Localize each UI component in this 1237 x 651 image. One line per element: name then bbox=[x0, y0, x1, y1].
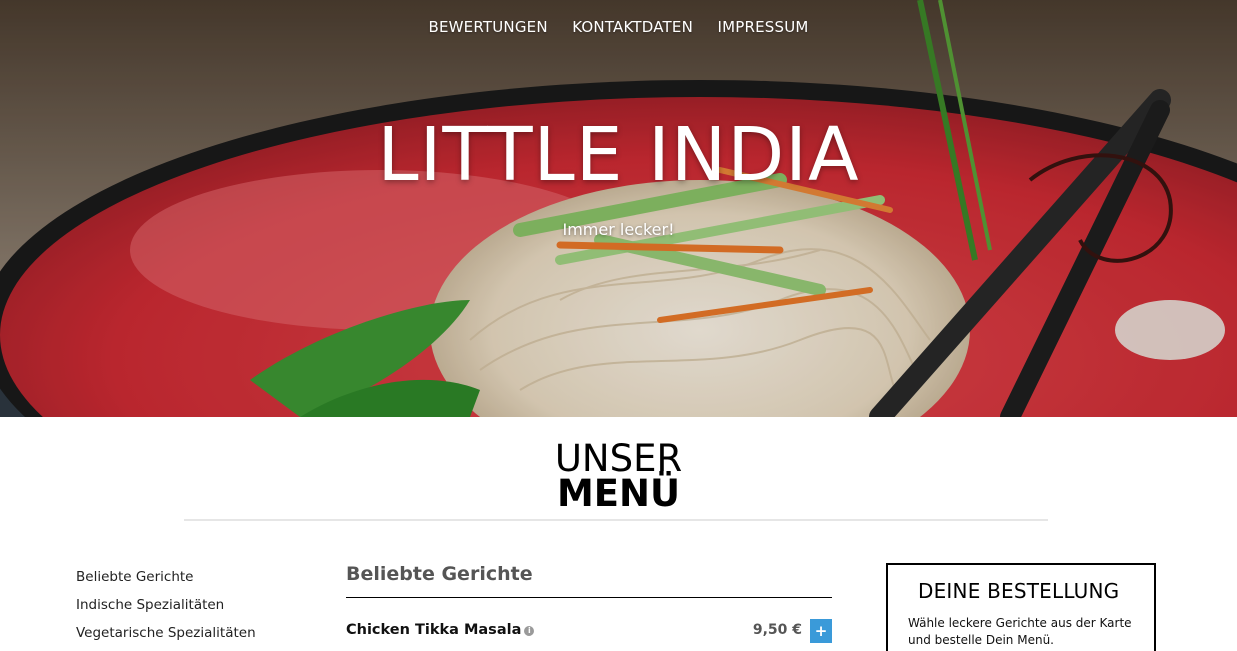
info-icon[interactable]: i bbox=[524, 626, 535, 636]
nav-kontaktdaten[interactable]: KONTAKTDATEN bbox=[572, 18, 693, 36]
dish-section-title: Beliebte Gerichte bbox=[346, 563, 832, 598]
nav-bewertungen[interactable]: BEWERTUNGEN bbox=[428, 18, 547, 36]
site-tagline: Immer lecker! bbox=[562, 220, 675, 239]
category-list: Beliebte Gerichte Indische Spezialitäten… bbox=[76, 567, 256, 651]
site-title: LITTLE INDIA bbox=[377, 112, 860, 198]
order-title: DEINE BESTELLUNG bbox=[918, 579, 1120, 603]
heading-divider bbox=[184, 519, 1048, 521]
dish-price: 9,50 € bbox=[752, 622, 802, 638]
add-to-order-button[interactable]: + bbox=[810, 619, 832, 643]
nav-impressum[interactable]: IMPRESSUM bbox=[717, 18, 808, 36]
dish-name: Chicken Tikka Masala i bbox=[346, 622, 535, 638]
category-item[interactable]: Vegetarische Spezialitäten bbox=[76, 623, 256, 651]
dish-item: Chicken Tikka Masala i 9,50 € + bbox=[346, 598, 832, 643]
order-hint: Wähle leckere Gerichte aus der Karte und… bbox=[908, 616, 1132, 647]
main-nav: BEWERTUNGEN KONTAKTDATEN IMPRESSUM bbox=[0, 18, 1237, 37]
dish-name-text: Chicken Tikka Masala bbox=[346, 622, 522, 638]
dish-section: Beliebte Gerichte Chicken Tikka Masala i … bbox=[346, 563, 832, 643]
category-label[interactable]: Vegetarische Spezialitäten bbox=[76, 625, 256, 641]
category-label[interactable]: Beliebte Gerichte bbox=[76, 569, 193, 585]
hero-banner: BEWERTUNGEN KONTAKTDATEN IMPRESSUM LITTL… bbox=[0, 0, 1237, 417]
menu-heading-line2: MENÜ bbox=[556, 472, 681, 515]
category-item[interactable]: Beliebte Gerichte bbox=[76, 567, 256, 595]
order-box: DEINE BESTELLUNG Wähle leckere Gerichte … bbox=[886, 563, 1156, 651]
menu-heading: UNSER MENÜ bbox=[0, 440, 1237, 515]
category-label[interactable]: Indische Spezialitäten bbox=[76, 597, 224, 613]
category-item[interactable]: Indische Spezialitäten bbox=[76, 595, 256, 623]
hero-overlay bbox=[0, 0, 1237, 417]
